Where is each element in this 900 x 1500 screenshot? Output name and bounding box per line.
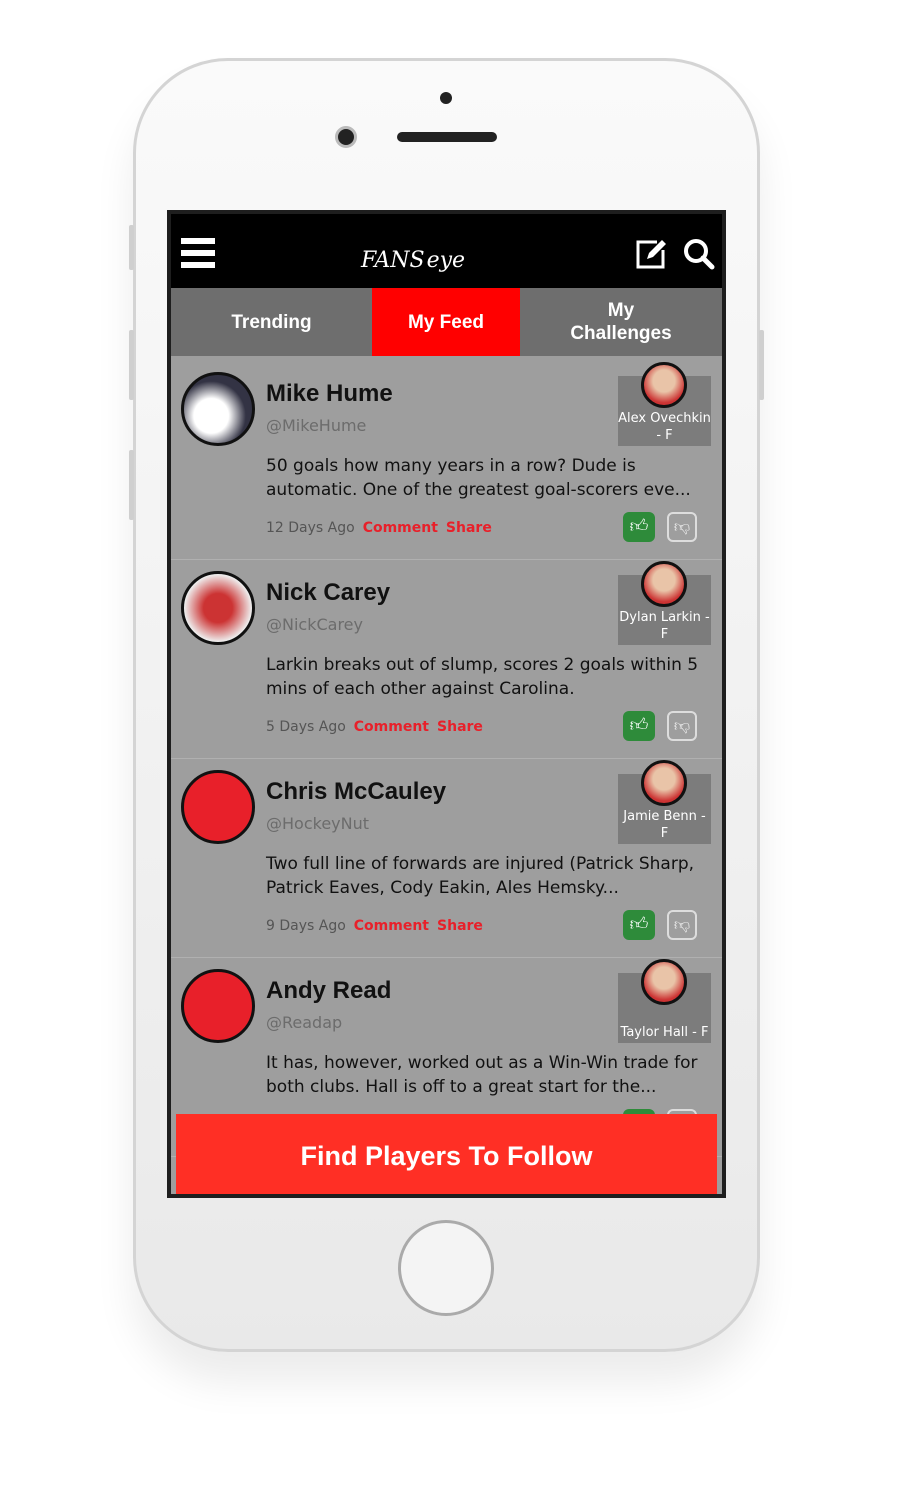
post-meta: 5 Days Ago Comment Share xyxy=(266,719,483,735)
post-text: It has, however, worked out as a Win-Win… xyxy=(266,1053,698,1097)
user-name[interactable]: Andy Read xyxy=(266,977,391,1005)
search-icon[interactable] xyxy=(683,238,715,274)
player-avatar xyxy=(641,362,687,408)
player-name: Jamie Benn - F xyxy=(623,809,706,841)
user-handle: @NickCarey xyxy=(266,615,363,634)
share-link[interactable]: Share xyxy=(437,719,483,735)
app-header: FANSeye xyxy=(171,214,722,288)
edit-icon[interactable] xyxy=(635,238,667,274)
post-time: 5 Days Ago xyxy=(266,719,346,735)
player-name: Taylor Hall - F xyxy=(620,1025,709,1040)
user-name[interactable]: Mike Hume xyxy=(266,380,393,408)
user-avatar[interactable] xyxy=(181,372,255,446)
thumbs-up-icon[interactable]: 👍︎ xyxy=(623,512,655,542)
post-text: 50 goals how many years in a row? Dude i… xyxy=(266,456,691,500)
player-name: Dylan Larkin - F xyxy=(619,610,710,642)
post-time: 9 Days Ago xyxy=(266,918,346,934)
tab-my-challenges[interactable]: My Challenges xyxy=(520,288,722,356)
player-name: Alex Ovechkin - F xyxy=(618,411,711,443)
user-avatar[interactable] xyxy=(181,770,255,844)
user-avatar[interactable] xyxy=(181,571,255,645)
post-text: Larkin breaks out of slump, scores 2 goa… xyxy=(266,655,699,699)
home-button[interactable] xyxy=(398,1220,494,1316)
user-handle: @HockeyNut xyxy=(266,814,370,833)
tab-my-feed[interactable]: My Feed xyxy=(372,288,520,356)
user-handle: @MikeHume xyxy=(266,416,367,435)
user-name[interactable]: Chris McCauley xyxy=(266,778,446,806)
post-time: 12 Days Ago xyxy=(266,520,355,536)
player-avatar xyxy=(641,561,687,607)
power-button xyxy=(759,330,764,400)
thumbs-down-icon[interactable]: 👎︎ xyxy=(667,512,697,542)
player-avatar xyxy=(641,760,687,806)
volume-down-button xyxy=(129,450,134,520)
comment-link[interactable]: Comment xyxy=(363,520,438,536)
logo: FANSeye xyxy=(361,248,466,273)
speaker xyxy=(397,132,497,142)
feed-post[interactable]: Nick Carey @NickCarey Dylan Larkin - F L… xyxy=(171,561,722,759)
share-link[interactable]: Share xyxy=(437,918,483,934)
post-meta: 9 Days Ago Comment Share xyxy=(266,918,483,934)
hamburger-icon[interactable] xyxy=(181,238,215,270)
thumbs-up-icon[interactable]: 👍︎ xyxy=(623,711,655,741)
app-screen: FANSeye Trending My Feed My Challenges M… xyxy=(167,210,726,1198)
volume-up-button xyxy=(129,330,134,400)
user-handle: @Readap xyxy=(266,1013,343,1032)
thumbs-up-icon[interactable]: 👍︎ xyxy=(623,910,655,940)
find-players-button[interactable]: Find Players To Follow xyxy=(176,1114,717,1194)
feed-post[interactable]: Mike Hume @MikeHume Alex Ovechkin - F 50… xyxy=(171,362,722,560)
share-link[interactable]: Share xyxy=(446,520,492,536)
sensor xyxy=(440,92,452,104)
user-name[interactable]: Nick Carey xyxy=(266,579,390,607)
post-text: Two full line of forwards are injured (P… xyxy=(266,854,695,898)
tab-bar: Trending My Feed My Challenges xyxy=(171,288,722,356)
thumbs-down-icon[interactable]: 👎︎ xyxy=(667,711,697,741)
post-meta: 12 Days Ago Comment Share xyxy=(266,520,492,536)
front-camera xyxy=(335,126,357,148)
thumbs-down-icon[interactable]: 👎︎ xyxy=(667,910,697,940)
player-avatar xyxy=(641,959,687,1005)
feed-post[interactable]: Chris McCauley @HockeyNut Jamie Benn - F… xyxy=(171,760,722,958)
mute-switch xyxy=(129,225,134,270)
user-avatar[interactable] xyxy=(181,969,255,1043)
tab-trending[interactable]: Trending xyxy=(171,288,372,356)
comment-link[interactable]: Comment xyxy=(354,918,429,934)
comment-link[interactable]: Comment xyxy=(354,719,429,735)
